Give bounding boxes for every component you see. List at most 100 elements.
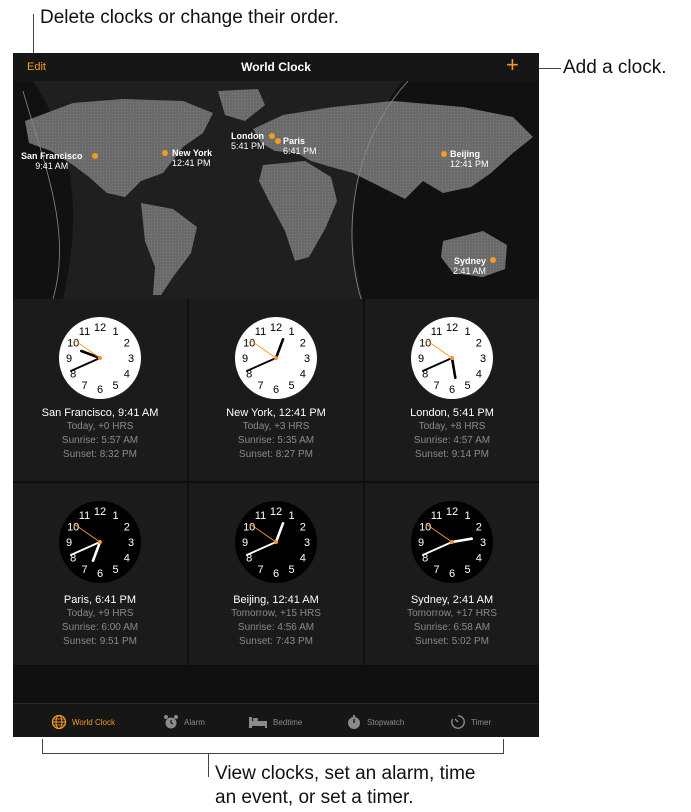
map-city-time: 5:41 PM <box>231 141 265 151</box>
clock-cell-sydney[interactable]: 12 1 2 3 4 5 6 7 8 9 10 11 Sydney, 2:41 AM Tomorrow… <box>365 483 539 665</box>
clock-numeral: 10 <box>419 338 431 350</box>
clock-numeral: 2 <box>476 338 482 350</box>
clock-numeral: 11 <box>79 326 90 338</box>
map-city-time: 12:41 PM <box>450 159 489 169</box>
clock-numeral: 7 <box>433 564 439 576</box>
clock-numeral: 3 <box>304 537 310 549</box>
map-city-time: 6:41 PM <box>283 146 317 156</box>
tab-label: World Clock <box>72 717 115 727</box>
clock-sunrise: Sunrise: 5:57 AM <box>61 435 139 446</box>
analog-clock: 12 1234567891011 <box>59 501 141 583</box>
clock-numeral: 6 <box>97 384 103 396</box>
clock-day-offset: Today, +9 HRS <box>66 608 134 619</box>
clock-sunset: Sunset: 8:32 PM <box>63 449 137 460</box>
clock-numeral: 9 <box>66 353 72 365</box>
map-city-paris: Paris 6:41 PM <box>283 136 317 156</box>
clock-sunrise: Sunrise: 6:58 AM <box>413 622 491 633</box>
clock-sunrise: Sunrise: 6:00 AM <box>61 622 139 633</box>
clock-numeral: 5 <box>464 564 470 576</box>
clock-numeral: 9 <box>242 353 248 365</box>
navigation-bar: Edit World Clock + <box>13 53 539 81</box>
clock-numeral: 2 <box>300 522 306 534</box>
clock-sunset: Sunset: 8:27 PM <box>239 449 313 460</box>
map-city-sydney: Sydney 2:41 AM <box>453 256 486 276</box>
clock-numeral: 9 <box>242 537 248 549</box>
clock-sunset: Sunset: 9:14 PM <box>415 449 489 460</box>
clock-center <box>98 540 102 544</box>
map-city-london: London 5:41 PM <box>231 131 265 151</box>
tab-stopwatch[interactable]: Stopwatch <box>346 713 404 731</box>
clock-numeral: 3 <box>480 537 486 549</box>
clock-cell-beijing[interactable]: 12 1 2 3 4 5 6 7 8 9 10 11 Beijing, 12:41 AM Tomorr… <box>189 483 363 665</box>
callout-tabs-stem <box>208 753 209 777</box>
tab-label: Timer <box>471 717 492 727</box>
clock-numeral: 10 <box>419 522 431 534</box>
clock-sunset: Sunset: 9:51 PM <box>63 636 137 647</box>
clock-numeral: 7 <box>433 380 439 392</box>
clock-numeral: 6 <box>273 568 279 580</box>
clock-numeral: 2 <box>124 338 130 350</box>
callout-tabs-line2: an event, or set a timer. <box>215 787 414 808</box>
add-clock-button[interactable]: + <box>506 54 519 76</box>
clock-numeral: 9 <box>418 353 424 365</box>
map-city-time: 12:41 PM <box>172 158 211 168</box>
clock-numeral: 6 <box>273 384 279 396</box>
stopwatch-icon <box>348 715 360 729</box>
clock-cell-paris[interactable]: 12 1 2 3 4 5 6 7 8 9 10 11 Paris, 6:41 PM Today, +9… <box>13 483 187 665</box>
clock-center <box>274 540 278 544</box>
map-city-name: San Francisco <box>21 151 83 161</box>
clock-numeral: 5 <box>112 564 118 576</box>
clock-numeral: 7 <box>257 564 263 576</box>
timer-icon <box>451 715 465 729</box>
clock-numeral: 4 <box>124 369 130 381</box>
clock-cell-new-york[interactable]: 12 1 2 3 4 5 6 7 8 9 10 11 New York, 12:41 PM Today… <box>189 299 363 481</box>
clock-sunrise: Sunrise: 4:56 AM <box>237 622 315 633</box>
map-dot-paris <box>275 138 281 144</box>
tab-timer[interactable]: Timer <box>450 713 491 731</box>
map-city-name: New York <box>172 148 213 158</box>
clock-title: San Francisco, 9:41 AM <box>41 407 159 419</box>
bed-icon <box>249 717 267 728</box>
map-dot-sydney <box>490 257 496 263</box>
map-city-time: 9:41 AM <box>35 161 69 171</box>
clock-numeral: 12 <box>270 506 282 518</box>
globe-icon <box>51 714 67 730</box>
clock-sunset: Sunset: 7:43 PM <box>239 636 313 647</box>
clock-numeral: 5 <box>288 380 294 392</box>
clock-numeral: 1 <box>464 510 470 522</box>
clock-numeral: 1 <box>288 510 294 522</box>
clock-center <box>450 356 454 360</box>
clock-title: Sydney, 2:41 AM <box>410 594 494 606</box>
alarm-icon <box>164 715 178 729</box>
world-clock-screen: Edit World Clock + San Francisco 9:41 AM… <box>13 53 539 737</box>
clock-day-offset: Today, +0 HRS <box>66 421 134 432</box>
clock-numeral: 11 <box>255 510 266 522</box>
analog-clock: 12 1234567891011 <box>59 317 141 399</box>
tab-world-clock[interactable]: World Clock <box>51 713 115 731</box>
clock-numeral: 4 <box>476 553 482 565</box>
tab-alarm[interactable]: Alarm <box>163 713 205 731</box>
clock-numeral: 12 <box>94 506 106 518</box>
tab-label: Stopwatch <box>367 717 405 727</box>
clock-numeral: 1 <box>288 326 294 338</box>
clock-day-offset: Tomorrow, +15 HRS <box>231 608 321 619</box>
map-city-name: Sydney <box>454 256 487 266</box>
clock-numeral: 1 <box>464 326 470 338</box>
clock-numeral: 11 <box>255 326 266 338</box>
tab-bedtime[interactable]: Bedtime <box>248 713 302 731</box>
callout-edit: Delete clocks or change their order. <box>40 7 339 28</box>
callout-tabs-bracket-left <box>42 739 43 753</box>
clock-numeral: 7 <box>81 564 87 576</box>
clock-cell-london[interactable]: 12 1 2 3 4 5 6 7 8 9 10 11 London, 5:41 PM Today, +… <box>365 299 539 481</box>
clock-center <box>450 540 454 544</box>
clock-numeral: 1 <box>112 510 118 522</box>
analog-clock: 12 1234567891011 <box>235 317 317 399</box>
clock-numeral: 12 <box>446 506 458 518</box>
page-title: World Clock <box>241 60 311 74</box>
analog-clock: 12 1234567891011 <box>235 501 317 583</box>
map-dot-san-francisco <box>92 153 98 159</box>
clock-cell-san-francisco[interactable]: 12 1 2 3 4 5 6 7 8 9 10 11 San Francisco, 9:41 AM T… <box>13 299 187 481</box>
tab-bar: World Clock Alarm Bedtime Stopwatch Time… <box>13 703 539 737</box>
clock-title: Beijing, 12:41 AM <box>233 594 319 606</box>
clock-numeral: 6 <box>449 568 455 580</box>
